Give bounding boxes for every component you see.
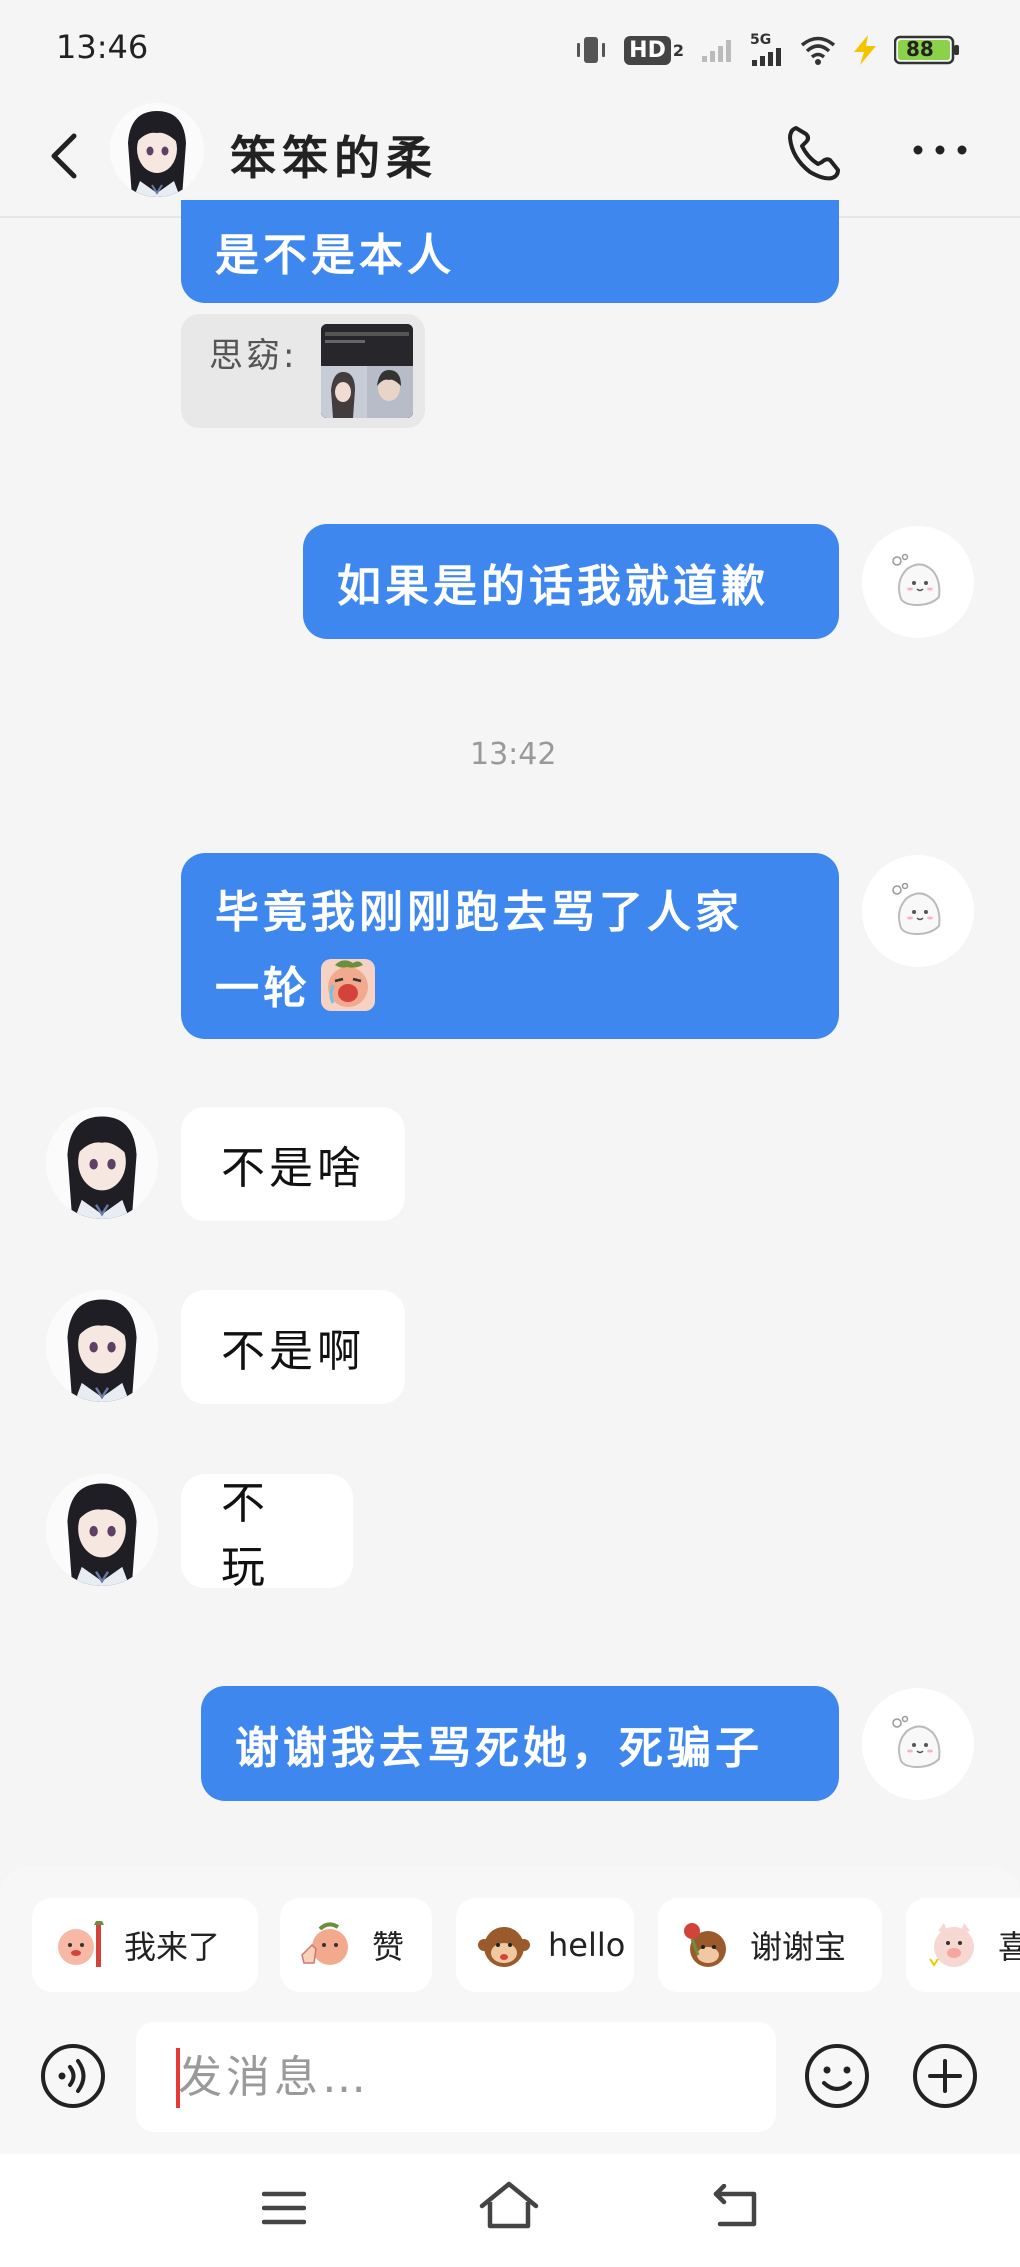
vibrate-icon bbox=[574, 33, 608, 67]
contact-avatar-small[interactable] bbox=[46, 1290, 158, 1402]
screenshot-image-icon bbox=[321, 324, 413, 418]
hd-label: HD bbox=[624, 35, 671, 65]
sticker-thumbs-icon bbox=[301, 1922, 348, 1965]
nav-back-button[interactable] bbox=[712, 2183, 762, 2230]
quoted-message[interactable]: 思窈: bbox=[181, 314, 425, 428]
hd-sub: 2 bbox=[672, 40, 684, 60]
chevron-left-icon bbox=[51, 133, 77, 179]
menu-icon bbox=[261, 2191, 307, 2225]
my-avatar[interactable] bbox=[862, 526, 974, 638]
crying-emoji-icon bbox=[321, 959, 375, 1011]
seal-avatar-icon bbox=[892, 1715, 941, 1769]
status-icons: HD 2 5G 88 bbox=[574, 30, 960, 70]
more-actions-button[interactable] bbox=[912, 2043, 978, 2109]
girl-avatar-icon bbox=[46, 1474, 158, 1586]
message-line-2: 一轮 bbox=[215, 952, 377, 1016]
message-bubble-in[interactable]: 不玩 bbox=[181, 1474, 353, 1593]
quick-sticker[interactable]: 我来了 bbox=[32, 1898, 258, 1992]
contact-avatar-small[interactable] bbox=[46, 1107, 158, 1219]
phone-icon bbox=[788, 126, 840, 181]
quote-prefix: 思窈: bbox=[209, 336, 298, 376]
message-bubble-in[interactable]: 不是啥 bbox=[181, 1107, 405, 1221]
quick-sticker[interactable]: hello bbox=[456, 1898, 634, 1992]
girl-avatar-icon bbox=[46, 1290, 158, 1402]
contact-name[interactable]: 笨笨的柔 bbox=[230, 122, 438, 188]
sticker-monkey-icon bbox=[478, 1927, 530, 1967]
more-dots-icon bbox=[913, 145, 967, 155]
home-icon bbox=[479, 2181, 539, 2229]
net-label: 5G bbox=[750, 32, 772, 48]
girl-avatar-icon bbox=[110, 103, 204, 197]
message-text: 谢谢我去骂死她，死骗子 bbox=[235, 1722, 763, 1774]
message-text: 是不是本人 bbox=[215, 230, 455, 281]
sticker-label: 谢谢宝 bbox=[750, 1928, 847, 1966]
message-text: 不是啊 bbox=[221, 1326, 365, 1377]
wifi-icon bbox=[800, 35, 836, 65]
sticker-label: 喜 bbox=[998, 1928, 1020, 1966]
message-text-line-1: 毕竟我刚刚跑去骂了人家 bbox=[215, 887, 743, 938]
girl-avatar-icon bbox=[46, 1107, 158, 1219]
message-text: 不是啥 bbox=[221, 1143, 365, 1194]
signal-icon bbox=[700, 36, 734, 64]
sticker-label: hello bbox=[548, 1926, 626, 1964]
quick-sticker[interactable]: 谢谢宝 bbox=[658, 1898, 882, 1992]
smiley-icon bbox=[805, 2044, 869, 2108]
back-icon bbox=[713, 2183, 757, 2227]
voice-button[interactable] bbox=[40, 2043, 106, 2109]
my-avatar[interactable] bbox=[862, 855, 974, 967]
text-cursor bbox=[176, 2048, 180, 2108]
sticker-wave-icon bbox=[58, 1921, 104, 1967]
call-button[interactable] bbox=[784, 120, 846, 184]
sticker-label: 我来了 bbox=[124, 1928, 221, 1966]
sticker-label: 赞 bbox=[372, 1928, 405, 1966]
message-text: 不玩 bbox=[221, 1478, 269, 1593]
charging-icon bbox=[852, 35, 878, 65]
message-input[interactable] bbox=[136, 2022, 776, 2132]
quick-sticker[interactable]: 赞 bbox=[280, 1898, 432, 1992]
5g-signal-icon: 5G bbox=[750, 33, 784, 67]
more-button[interactable] bbox=[910, 130, 970, 170]
back-button[interactable] bbox=[40, 120, 90, 190]
voice-icon bbox=[41, 2044, 105, 2108]
battery-icon: 88 bbox=[894, 35, 960, 65]
plus-circle-icon bbox=[913, 2044, 977, 2108]
status-time: 13:46 bbox=[56, 28, 149, 66]
message-bubble-out[interactable]: 毕竟我刚刚跑去骂了人家 一轮 bbox=[181, 853, 839, 1039]
message-bubble-out[interactable]: 是不是本人 bbox=[181, 200, 839, 303]
hd-icon: HD 2 bbox=[624, 35, 684, 65]
contact-avatar-small[interactable] bbox=[46, 1474, 158, 1586]
message-timestamp: 13:42 bbox=[470, 737, 557, 772]
sticker-pig-icon bbox=[929, 1923, 974, 1967]
seal-avatar-icon bbox=[892, 553, 941, 607]
emoji-button[interactable] bbox=[804, 2043, 870, 2109]
quote-screenshot-thumbnail[interactable] bbox=[321, 324, 413, 418]
quick-sticker[interactable]: 喜 bbox=[906, 1898, 1020, 1992]
seal-avatar-icon bbox=[892, 882, 941, 936]
nav-menu-button[interactable] bbox=[261, 2188, 307, 2228]
message-text: 如果是的话我就道歉 bbox=[337, 560, 769, 612]
message-text-line-2: 一轮 bbox=[215, 963, 311, 1014]
contact-avatar[interactable] bbox=[110, 103, 204, 197]
my-avatar[interactable] bbox=[862, 1688, 974, 1800]
message-bubble-in[interactable]: 不是啊 bbox=[181, 1290, 405, 1404]
nav-home-button[interactable] bbox=[478, 2180, 540, 2230]
battery-level: 88 bbox=[906, 37, 934, 61]
message-bubble-out[interactable]: 如果是的话我就道歉 bbox=[303, 524, 839, 639]
message-bubble-out[interactable]: 谢谢我去骂死她，死骗子 bbox=[201, 1686, 839, 1801]
sticker-rose-icon bbox=[684, 1923, 726, 1967]
